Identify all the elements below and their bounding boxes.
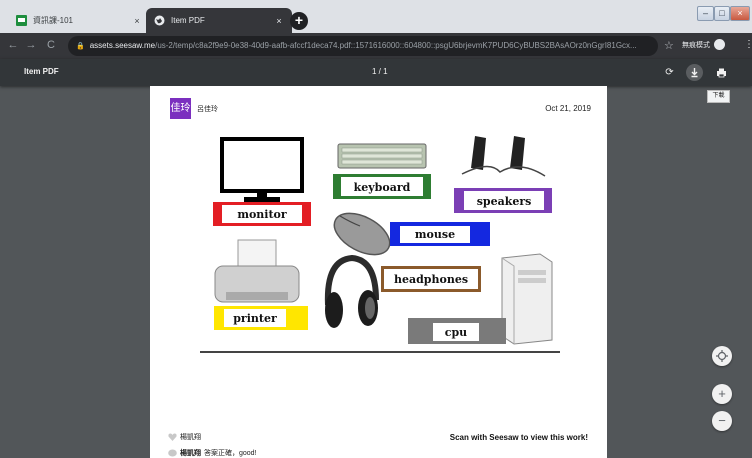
headphones-label-box: headphones bbox=[381, 266, 481, 292]
comment-item: 楊凱翔 答案正確，good! bbox=[168, 448, 257, 458]
tab-strip: 資訊課-101 × Item PDF × + – □ × bbox=[0, 0, 752, 33]
speakers-label: speakers bbox=[477, 195, 532, 208]
incognito-indicator[interactable]: 無痕模式 bbox=[682, 39, 725, 50]
back-icon[interactable]: ← bbox=[6, 38, 20, 52]
mouse-label-box: mouse bbox=[390, 222, 490, 246]
printer-label: printer bbox=[233, 312, 277, 325]
lock-icon: 🔒 bbox=[76, 43, 85, 50]
mouse-label: mouse bbox=[415, 228, 455, 241]
page-indicator: 1 / 1 bbox=[372, 67, 388, 76]
post-date: Oct 21, 2019 bbox=[545, 104, 591, 113]
monitor-image bbox=[220, 137, 304, 202]
tab-classroom[interactable]: 資訊課-101 × bbox=[8, 8, 150, 33]
author-name: 呂佳玲 bbox=[197, 106, 218, 113]
incognito-label: 無痕模式 bbox=[682, 41, 710, 49]
monitor-label: monitor bbox=[237, 208, 287, 221]
speakers-image bbox=[461, 136, 546, 177]
browser-toolbar: ← → C 🔒 assets.seesaw.me/us-2/temp/c8a2f9… bbox=[0, 33, 752, 59]
tab-label: 資訊課-101 bbox=[33, 16, 74, 25]
cpu-label: cpu bbox=[445, 326, 467, 339]
address-path: /us-2/temp/c8a2f9e9-0e38-40d9-aafb-afccf… bbox=[155, 41, 637, 50]
incognito-avatar-icon bbox=[714, 39, 725, 50]
cpu-label-box: cpu bbox=[408, 318, 506, 344]
tab-item-pdf[interactable]: Item PDF × bbox=[146, 8, 292, 33]
author-avatar: 佳玲 bbox=[170, 98, 191, 119]
keyboard-label-box: keyboard bbox=[333, 174, 431, 199]
printer-label-box: printer bbox=[214, 306, 308, 330]
speakers-label-box: speakers bbox=[454, 188, 552, 213]
mouse-image bbox=[333, 212, 391, 256]
monitor-label-box: monitor bbox=[213, 202, 311, 226]
address-host: assets.seesaw.me bbox=[89, 41, 156, 50]
globe-icon bbox=[154, 15, 165, 26]
fit-to-page-icon[interactable] bbox=[712, 346, 732, 366]
computer-parts-artwork: monitor keyboard speakers mouse printer … bbox=[213, 136, 553, 345]
new-tab-button[interactable]: + bbox=[290, 12, 308, 30]
print-icon[interactable] bbox=[713, 64, 730, 81]
browser-menu-icon[interactable]: ⋮ bbox=[744, 39, 752, 50]
bookmark-star-icon[interactable]: ☆ bbox=[664, 39, 674, 52]
comment-author: 楊凱翔 bbox=[180, 450, 201, 457]
cpu-image bbox=[501, 253, 553, 345]
zoom-in-button[interactable]: + bbox=[712, 384, 732, 404]
comment-bubble-icon bbox=[168, 449, 177, 457]
heart-icon bbox=[168, 433, 177, 441]
pdf-page: 佳玲 呂佳玲 Oct 21, 2019 monitor keyboard spe… bbox=[150, 86, 607, 458]
printer-image bbox=[214, 239, 300, 303]
reload-page-icon[interactable]: C bbox=[44, 38, 58, 52]
comment-author: 楊凱翔 bbox=[180, 434, 201, 441]
classroom-favicon-icon bbox=[16, 15, 27, 26]
close-tab-icon[interactable]: × bbox=[272, 16, 286, 26]
reload-icon[interactable]: ⟳ bbox=[661, 64, 678, 81]
pdf-title: Item PDF bbox=[24, 67, 59, 76]
scan-message: Scan with Seesaw to view this work! bbox=[449, 433, 588, 442]
divider-line bbox=[200, 351, 560, 353]
zoom-out-button[interactable]: − bbox=[712, 411, 732, 431]
comment-item: 楊凱翔 bbox=[168, 432, 201, 442]
pdf-toolbar: Item PDF 1 / 1 ⟳ bbox=[0, 59, 752, 86]
download-tooltip: 下載 bbox=[707, 90, 730, 103]
close-tab-icon[interactable]: × bbox=[130, 16, 144, 26]
minimize-button[interactable]: – bbox=[697, 6, 714, 21]
tab-label: Item PDF bbox=[171, 16, 205, 25]
headphones-image bbox=[324, 254, 379, 328]
close-window-button[interactable]: × bbox=[730, 6, 750, 21]
keyboard-label: keyboard bbox=[354, 181, 411, 194]
keyboard-image bbox=[337, 143, 427, 169]
download-icon[interactable] bbox=[686, 64, 703, 81]
comment-text: 答案正確，good! bbox=[204, 450, 257, 457]
forward-icon[interactable]: → bbox=[24, 38, 38, 52]
browser-window: 資訊課-101 × Item PDF × + – □ × ← → C 🔒 asse… bbox=[0, 0, 752, 458]
address-bar[interactable]: 🔒 assets.seesaw.me/us-2/temp/c8a2f9e9-0e3… bbox=[68, 36, 658, 56]
headphones-label: headphones bbox=[394, 273, 468, 286]
maximize-button[interactable]: □ bbox=[714, 6, 730, 21]
